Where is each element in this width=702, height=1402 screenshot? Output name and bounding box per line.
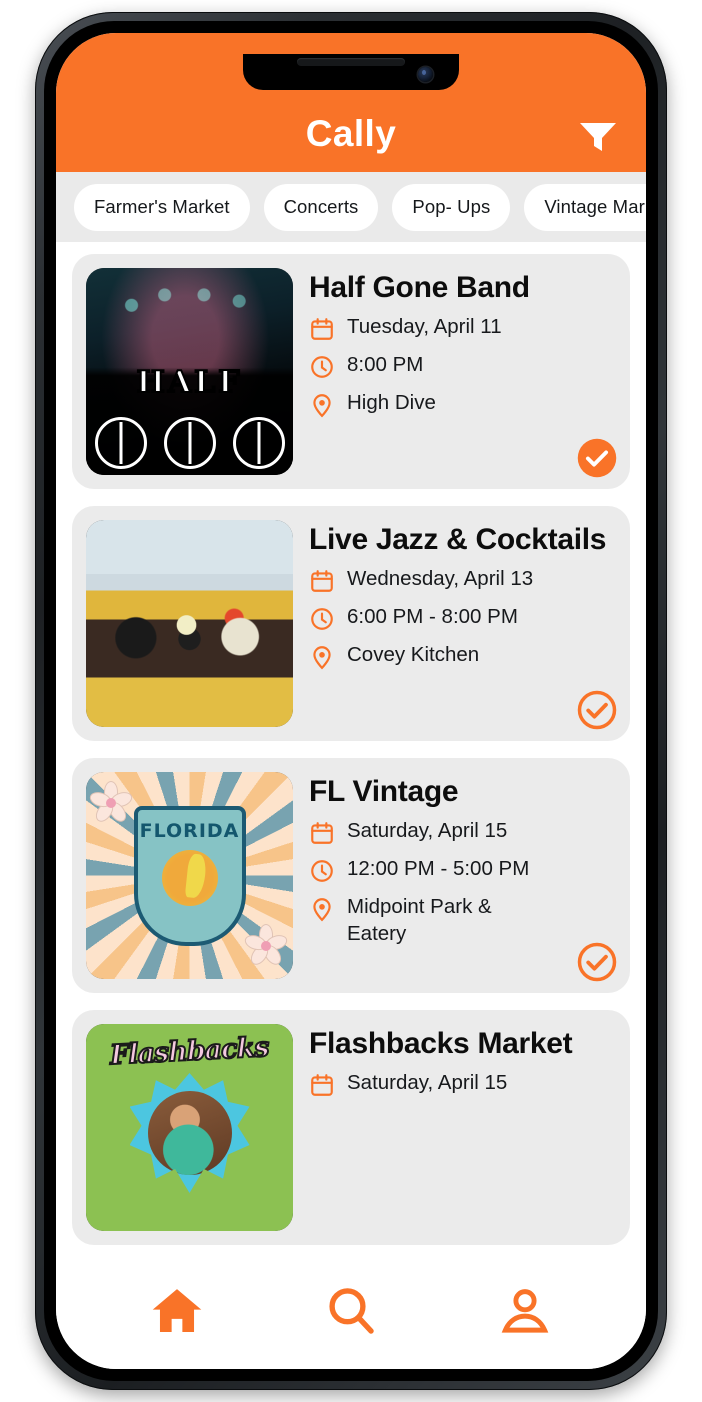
event-date-row: Wednesday, April 13 — [309, 566, 616, 594]
event-card[interactable]: Live Jazz & Cocktails Wednesday, April 1… — [72, 506, 630, 741]
chip-concerts[interactable]: Concerts — [263, 183, 379, 231]
map-pin-icon — [309, 896, 335, 922]
flower-decoration-icon — [242, 923, 290, 969]
event-thumbnail: Flashbacks — [86, 1024, 293, 1231]
event-venue-row: Covey Kitchen — [309, 642, 616, 670]
event-venue-row: Midpoint Park & Eatery — [309, 894, 616, 946]
clock-icon — [309, 354, 335, 380]
event-venue: Midpoint Park & Eatery — [347, 895, 492, 945]
tab-profile[interactable] — [484, 1282, 566, 1344]
notch — [243, 54, 459, 90]
event-details: Flashbacks Market Saturday, April 15 — [309, 1024, 616, 1231]
chip-pop-ups[interactable]: Pop- Ups — [392, 183, 511, 231]
event-date-row: Saturday, April 15 — [309, 818, 616, 846]
map-pin-icon — [309, 644, 335, 670]
event-thumbnail: HALF — [86, 268, 293, 475]
event-date-row: Saturday, April 15 — [309, 1070, 616, 1098]
phone-frame: Cally Farmer's Market Concerts Pop- Ups … — [35, 12, 667, 1390]
earpiece-speaker — [297, 58, 405, 66]
event-date: Saturday, April 15 — [347, 1071, 508, 1095]
badge-top-text: FLORIDA — [139, 819, 240, 842]
event-thumbnail — [86, 520, 293, 727]
map-pin-icon — [309, 392, 335, 418]
tab-home[interactable] — [136, 1282, 218, 1344]
event-venue: Covey Kitchen — [347, 643, 480, 667]
front-camera — [418, 67, 433, 82]
sun-orange-icon — [161, 849, 218, 906]
category-chip-row[interactable]: Farmer's Market Concerts Pop- Ups Vintag… — [56, 172, 646, 242]
calendar-icon — [309, 820, 335, 846]
tab-search[interactable] — [310, 1282, 392, 1344]
event-time: 8:00 PM — [347, 353, 424, 377]
bottom-navigation[interactable] — [56, 1271, 646, 1369]
clock-icon — [309, 858, 335, 884]
saved-check-icon[interactable] — [576, 689, 618, 731]
event-time: 12:00 PM - 5:00 PM — [347, 857, 530, 881]
flashbacks-poster: Flashbacks — [86, 1024, 293, 1231]
concert-stage-photo: HALF — [86, 268, 293, 475]
event-venue: High Dive — [347, 391, 436, 415]
event-date: Wednesday, April 13 — [347, 567, 534, 591]
event-details: Half Gone Band Tuesday, April 11 8:00 PM… — [309, 268, 617, 478]
screenshot-root: Cally Farmer's Market Concerts Pop- Ups … — [0, 0, 702, 1402]
poster-circles — [86, 417, 293, 469]
event-details: Live Jazz & Cocktails Wednesday, April 1… — [309, 520, 617, 730]
calendar-icon — [309, 316, 335, 342]
event-date-row: Tuesday, April 11 — [309, 314, 616, 342]
event-thumbnail: FLORIDA — [86, 772, 293, 979]
event-time-row: 8:00 PM — [309, 352, 616, 380]
poster-photo — [147, 1091, 232, 1175]
event-details: FL Vintage Saturday, April 15 12:00 PM -… — [309, 772, 617, 982]
chip-farmers-market[interactable]: Farmer's Market — [74, 183, 250, 231]
event-time-row: 12:00 PM - 5:00 PM — [309, 856, 616, 884]
poster-burst — [129, 1073, 250, 1193]
event-title: Half Gone Band — [309, 271, 530, 304]
saved-check-icon[interactable] — [576, 437, 618, 479]
person-icon — [495, 1283, 555, 1344]
event-card[interactable]: Flashbacks Flashbacks Market Saturday, A… — [72, 1010, 630, 1245]
search-icon — [321, 1283, 381, 1344]
restaurant-table-photo — [86, 520, 293, 727]
home-icon — [146, 1283, 208, 1344]
clock-icon — [309, 606, 335, 632]
event-title: Live Jazz & Cocktails — [309, 523, 607, 556]
event-title: Flashbacks Market — [309, 1027, 573, 1060]
event-time-row: 6:00 PM - 8:00 PM — [309, 604, 616, 632]
app-title: Cally — [305, 113, 397, 154]
event-venue-row: High Dive — [309, 390, 616, 418]
event-card[interactable]: FLORIDA FL Vintage Saturday, April 15 12… — [72, 758, 630, 993]
phone-screen: Cally Farmer's Market Concerts Pop- Ups … — [56, 33, 646, 1369]
phone-bezel: Cally Farmer's Market Concerts Pop- Ups … — [44, 21, 658, 1381]
event-feed[interactable]: HALF Half Gone Band Tuesday, April 11 8:… — [56, 242, 646, 1271]
event-date: Saturday, April 15 — [347, 819, 508, 843]
event-title: FL Vintage — [309, 775, 459, 808]
saved-check-icon[interactable] — [576, 941, 618, 983]
calendar-icon — [309, 568, 335, 594]
calendar-icon — [309, 1072, 335, 1098]
chip-vintage-market[interactable]: Vintage Market — [524, 183, 646, 231]
event-date: Tuesday, April 11 — [347, 315, 502, 339]
poster-text: HALF — [135, 364, 243, 401]
poster-title: Flashbacks — [109, 1031, 271, 1072]
florida-vintage-market-badge: FLORIDA — [86, 772, 293, 979]
event-card[interactable]: HALF Half Gone Band Tuesday, April 11 8:… — [72, 254, 630, 489]
filter-funnel-icon[interactable] — [576, 119, 620, 155]
flower-decoration-icon — [87, 780, 135, 826]
badge-shield: FLORIDA — [133, 805, 246, 946]
event-time: 6:00 PM - 8:00 PM — [347, 605, 518, 629]
